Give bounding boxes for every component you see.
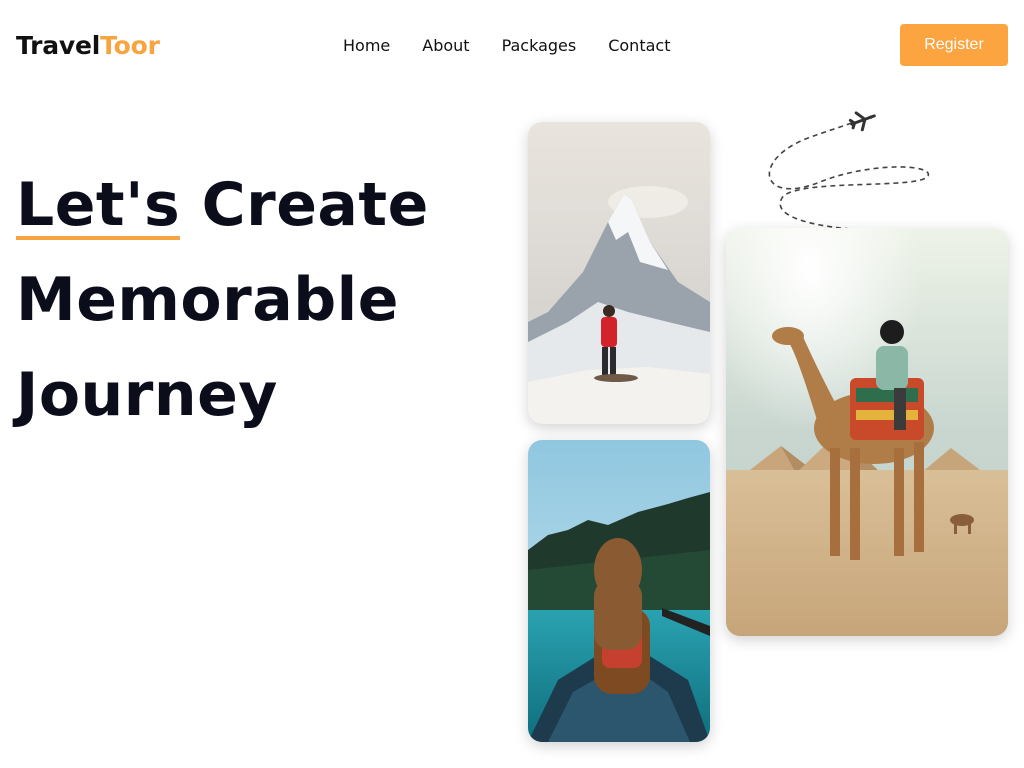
hero-title-word-create: Create [201, 170, 429, 240]
page: TravelToor Home About Packages Contact R… [0, 0, 1024, 768]
nav-link-home[interactable]: Home [343, 36, 390, 55]
brand-name-primary: Travel [16, 31, 101, 60]
gallery-image-camel-pyramids [726, 228, 1008, 636]
nav-link-packages[interactable]: Packages [502, 36, 577, 55]
brand-name-accent: Toor [100, 31, 160, 60]
nav-item-contact: Contact [608, 34, 670, 58]
main-nav: Home About Packages Contact [343, 34, 670, 58]
flight-path-decoration [768, 111, 929, 231]
hero-title: Let's Create Memorable Journey [16, 158, 429, 443]
nav-item-home: Home [343, 34, 390, 58]
register-button[interactable]: Register [900, 24, 1008, 66]
nav-link-about[interactable]: About [422, 36, 469, 55]
hero-title-line-3: Journey [16, 360, 278, 430]
gallery-image-canoe-lake [528, 440, 710, 742]
nav-item-about: About [422, 34, 469, 58]
brand-logo[interactable]: TravelToor [16, 30, 160, 62]
nav-item-packages: Packages [502, 34, 577, 58]
nav-link-contact[interactable]: Contact [608, 36, 670, 55]
hero-title-line-2: Memorable [16, 265, 399, 335]
hero-title-line-1: Let's Create [16, 158, 429, 253]
airplane-icon [848, 111, 876, 132]
gallery-image-mountain-hiker [528, 122, 710, 424]
hero-title-underlined-word: Let's [16, 158, 181, 253]
